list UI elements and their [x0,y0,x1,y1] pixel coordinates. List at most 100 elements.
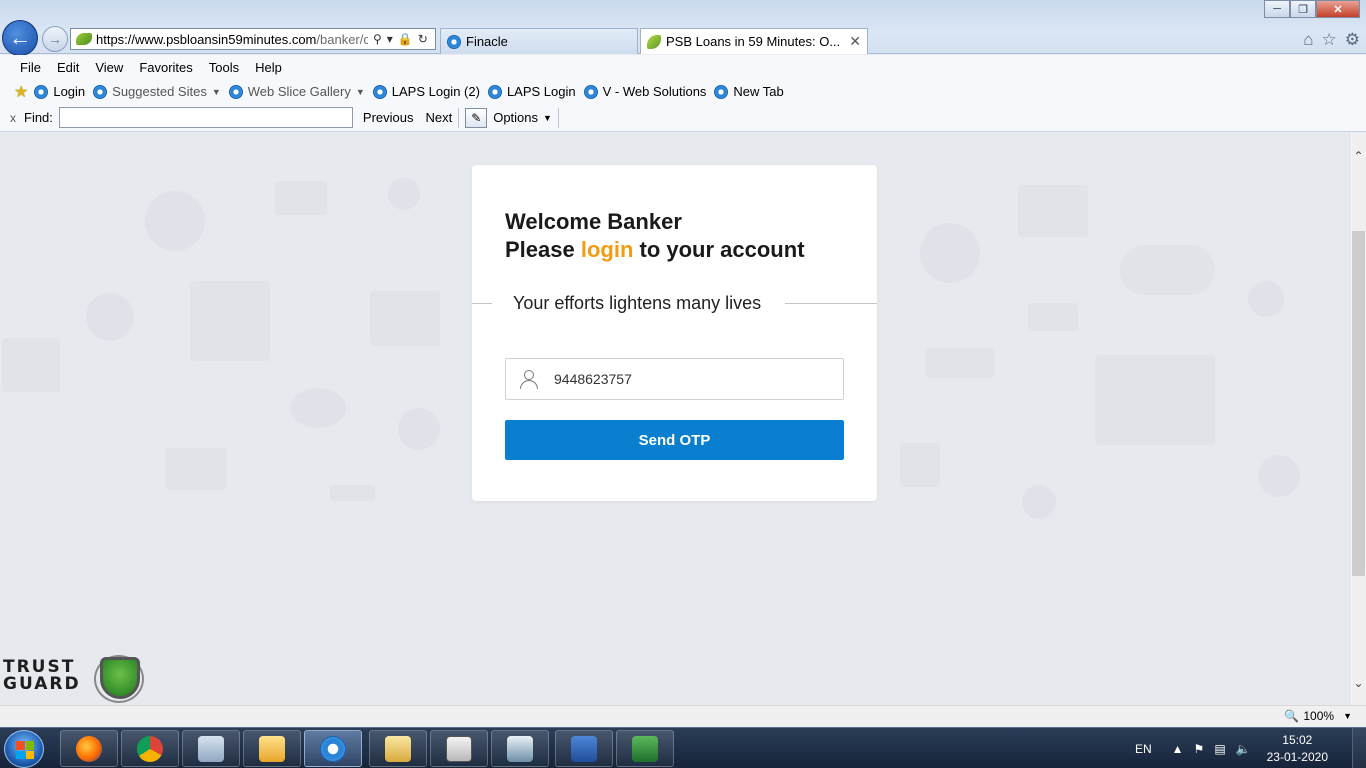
mobile-number-value[interactable]: 9448623757 [554,371,632,387]
favorite-suggested-sites[interactable]: Suggested Sites ▼ [93,84,221,99]
taskbar-internet-explorer[interactable] [304,730,362,767]
favorite-label: V - Web Solutions [602,84,707,99]
ie-icon [583,84,598,99]
welcome-subtitle: Please login to your account [505,237,805,263]
favorite-laps-login-2[interactable]: LAPS Login (2) [372,84,480,99]
search-icon[interactable]: ⚲ [373,32,382,46]
mail-icon [259,735,285,762]
language-indicator[interactable]: EN [1135,742,1152,756]
favorites-star-icon[interactable]: ☆ [1322,30,1337,50]
start-button[interactable] [4,730,44,768]
background-illustration [165,448,227,490]
ie-icon [34,84,49,99]
menu-tools[interactable]: Tools [207,60,247,75]
favorite-v-web-solutions[interactable]: V - Web Solutions [583,84,707,99]
scroll-up-icon[interactable]: ⌃ [1350,147,1366,164]
chevron-down-icon: ▼ [543,112,552,123]
add-favorites-star-icon[interactable]: ★ [14,82,28,102]
zoom-control[interactable]: 🔍 100% ▼ [1284,709,1352,723]
status-bar: 🔍 100% ▼ [0,705,1366,727]
clock[interactable]: 15:02 23-01-2020 [1267,732,1328,766]
menu-edit[interactable]: Edit [55,60,87,75]
background-illustration [1258,455,1300,497]
calculator-icon [198,735,224,762]
send-otp-button[interactable]: Send OTP [505,420,844,460]
window-controls: ─ ❐ ✕ [1264,0,1360,18]
find-options-menu[interactable]: Options ▼ [493,110,552,125]
favorite-web-slice-gallery[interactable]: Web Slice Gallery ▼ [228,84,365,99]
minimize-button[interactable]: ─ [1264,0,1290,18]
background-illustration [388,178,420,210]
lock-icon[interactable]: 🔒 [398,32,413,46]
login-card: Welcome Banker Please login to your acco… [472,165,877,501]
volume-icon[interactable]: 🔈 [1236,742,1251,756]
divider [472,302,492,304]
taskbar-file-explorer[interactable] [369,730,427,767]
background-tab-ghost [30,4,220,26]
favorite-label: LAPS Login (2) [391,84,480,99]
show-hidden-icons-icon[interactable]: ▲ [1172,742,1184,756]
taskbar-presentation[interactable] [491,730,549,767]
favorite-laps-login[interactable]: LAPS Login [487,84,576,99]
tab-finacle[interactable]: Finacle [440,28,638,54]
address-bar[interactable]: https://www.psbloansin59minutes.com/bank… [70,28,436,50]
taskbar-chrome[interactable] [121,730,179,767]
favorite-new-tab[interactable]: New Tab [714,84,784,99]
site-favicon-icon [76,33,92,45]
tagline: Your efforts lightens many lives [513,292,762,313]
find-next-button[interactable]: Next [425,110,452,125]
background-illustration [370,291,440,346]
divider [458,107,460,128]
mobile-number-field[interactable]: 9448623757 [505,358,844,400]
menu-file[interactable]: File [18,60,49,75]
close-window-button[interactable]: ✕ [1316,0,1360,18]
system-tray: EN ▲ ⚑ ▤ 🔈 15:02 23-01-2020 [1135,728,1366,768]
background-illustration [398,408,440,450]
taskbar-outlook[interactable] [243,730,301,767]
find-bar: x Find: Previous Next ✎ Options ▼ [0,104,1366,132]
close-find-icon[interactable]: x [10,111,16,125]
favorite-label: Login [53,84,86,99]
taskbar-finacle[interactable] [430,730,488,767]
taskbar-firefox[interactable] [60,730,118,767]
gear-icon[interactable]: ⚙ [1345,30,1360,50]
background-illustration [900,443,940,487]
dropdown-icon[interactable]: ▾ [387,32,393,46]
back-button[interactable]: ← [2,20,38,56]
menu-favorites[interactable]: Favorites [137,60,200,75]
menu-view[interactable]: View [93,60,131,75]
subtitle-accent: login [580,237,634,262]
favorite-login[interactable]: Login [34,84,85,99]
close-tab-icon[interactable]: ✕ [849,33,861,50]
tab-psb-loans[interactable]: PSB Loans in 59 Minutes: O... ✕ [640,28,868,54]
scrollbar-thumb[interactable] [1352,231,1365,576]
background-illustration [1018,185,1088,237]
find-previous-button[interactable]: Previous [363,110,414,125]
show-desktop-button[interactable] [1352,728,1366,768]
home-icon[interactable]: ⌂ [1303,30,1313,50]
maximize-button[interactable]: ❐ [1290,0,1316,18]
address-url[interactable]: https://www.psbloansin59minutes.com/bank… [96,32,368,47]
chevron-down-icon: ▼ [355,86,365,97]
network-icon[interactable]: ▤ [1214,742,1225,756]
highlight-matches-button[interactable]: ✎ [465,107,488,128]
url-path: /banker/cw [316,31,368,47]
tagline-row: Your efforts lightens many lives [472,291,877,315]
ie-icon [320,735,346,762]
trust-guard-badge[interactable]: TRUST GUARD [0,655,148,705]
toolbar-right-icons: ⌂ ☆ ⚙ [1303,30,1360,50]
background-illustration [2,338,60,392]
scroll-down-icon[interactable]: ⌄ [1350,674,1366,691]
ie-icon [93,84,108,99]
taskbar-calculator[interactable] [182,730,240,767]
taskbar-excel[interactable] [616,730,674,767]
vertical-scrollbar[interactable]: ⌃ ⌄ [1349,133,1366,705]
action-center-flag-icon[interactable]: ⚑ [1194,742,1205,756]
menu-help[interactable]: Help [253,60,290,75]
windows-logo-icon [16,741,34,759]
taskbar-word[interactable] [555,730,613,767]
find-input[interactable] [58,107,353,128]
background-illustration [920,223,980,283]
refresh-icon[interactable]: ↻ [418,32,428,46]
forward-button[interactable]: → [42,26,68,52]
